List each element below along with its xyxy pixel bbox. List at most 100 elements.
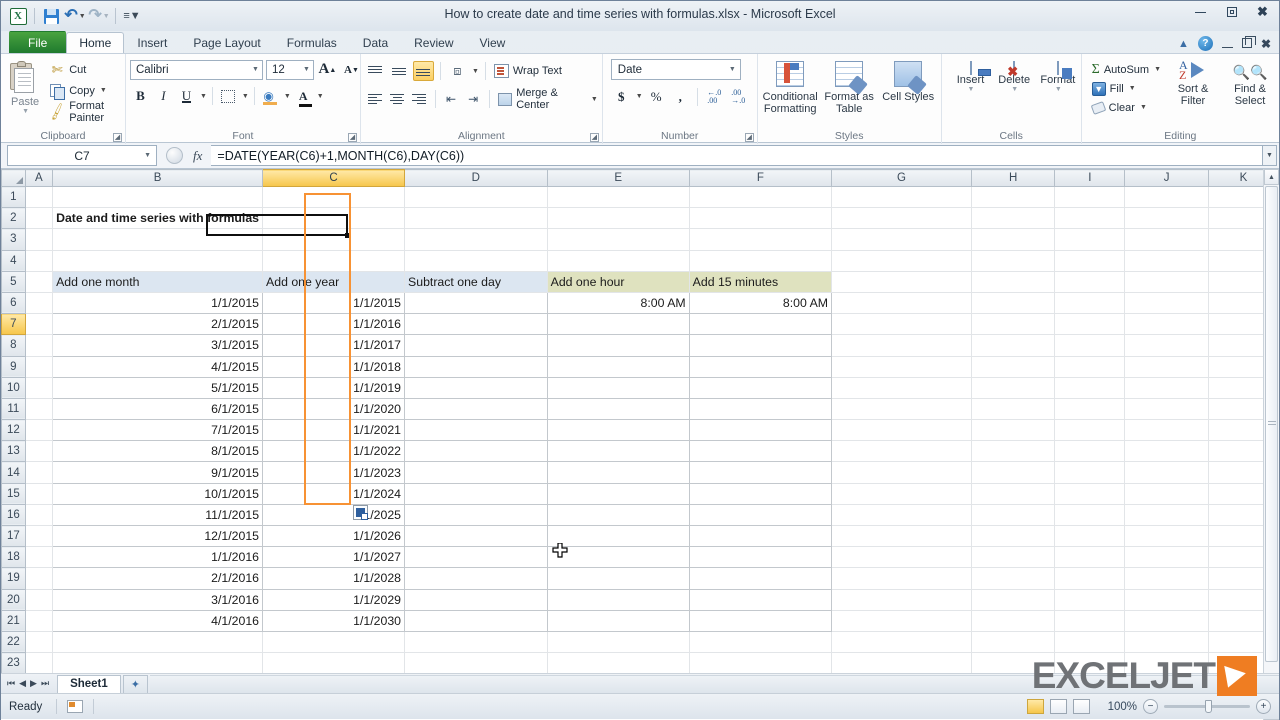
cell-D18[interactable] [405,547,548,568]
find-select-button[interactable]: 🔍🔍 Find & Select [1225,60,1275,107]
cell-C1[interactable] [263,187,405,208]
cell-D17[interactable] [405,526,548,547]
number-dialog-launcher[interactable]: ◢ [745,133,754,142]
cell-F9[interactable] [689,356,831,377]
cell-G5[interactable] [832,271,972,292]
cell-A9[interactable] [25,356,52,377]
cell-G17[interactable] [832,526,972,547]
cell-H22[interactable] [971,631,1055,652]
cell-I13[interactable] [1055,441,1125,462]
increase-indent-button[interactable]: ⇥ [464,89,483,109]
cell-G20[interactable] [832,589,972,610]
increase-decimal-button[interactable]: ←.0.00 [704,86,725,107]
cell-G10[interactable] [832,377,972,398]
cell-I12[interactable] [1055,420,1125,441]
row-header-3[interactable]: 3 [2,229,26,250]
cell-C4[interactable] [263,250,405,271]
column-header-c[interactable]: C [263,170,405,187]
cell-A22[interactable] [25,631,52,652]
clear-button[interactable]: Clear▼ [1092,98,1161,117]
worksheet-grid[interactable]: ABCDEFGHIJK12Date and time series with f… [1,169,1279,674]
row-header-11[interactable]: 11 [2,398,26,419]
cell-F4[interactable] [689,250,831,271]
cell-B23[interactable] [53,653,263,674]
cell-A21[interactable] [25,610,52,631]
table-row[interactable]: 149/1/20151/1/2023 [2,462,1279,483]
cell-C17[interactable]: 1/1/2026 [263,526,405,547]
table-row[interactable]: 4 [2,250,1279,271]
cell-I10[interactable] [1055,377,1125,398]
row-header-14[interactable]: 14 [2,462,26,483]
cell-A10[interactable] [25,377,52,398]
cell-E13[interactable] [547,441,689,462]
cell-D13[interactable] [405,441,548,462]
cell-J10[interactable] [1125,377,1209,398]
cell-G11[interactable] [832,398,972,419]
cell-I23[interactable] [1055,653,1125,674]
cell-F2[interactable] [689,208,831,229]
paste-button[interactable]: Paste ▼ [5,59,45,115]
cell-I4[interactable] [1055,250,1125,271]
cell-I17[interactable] [1055,526,1125,547]
cell-C14[interactable]: 1/1/2023 [263,462,405,483]
auto-fill-options-button[interactable] [353,505,368,520]
row-header-15[interactable]: 15 [2,483,26,504]
fill-color-button[interactable]: ◉ [260,86,281,107]
cell-I14[interactable] [1055,462,1125,483]
cell-J19[interactable] [1125,568,1209,589]
cell-F8[interactable] [689,335,831,356]
cell-D22[interactable] [405,631,548,652]
tab-file[interactable]: File [9,31,66,53]
cell-G7[interactable] [832,314,972,335]
cell-B12[interactable]: 7/1/2015 [53,420,263,441]
cell-J5[interactable] [1125,271,1209,292]
page-layout-view-button[interactable] [1050,699,1067,714]
alignment-dialog-launcher[interactable]: ◢ [590,133,599,142]
cell-H2[interactable] [971,208,1055,229]
cell-D19[interactable] [405,568,548,589]
cell-E17[interactable] [547,526,689,547]
cell-H11[interactable] [971,398,1055,419]
cell-J11[interactable] [1125,398,1209,419]
table-row[interactable]: 94/1/20151/1/2018 [2,356,1279,377]
cell-D4[interactable] [405,250,548,271]
cell-F6[interactable]: 8:00 AM [689,292,831,313]
cell-C23[interactable] [263,653,405,674]
cell-E12[interactable] [547,420,689,441]
cell-G16[interactable] [832,504,972,525]
row-header-2[interactable]: 2 [2,208,26,229]
percent-button[interactable]: % [646,86,667,107]
cell-G19[interactable] [832,568,972,589]
cell-E23[interactable] [547,653,689,674]
cell-D3[interactable] [405,229,548,250]
help-icon[interactable]: ? [1198,36,1213,51]
copy-button[interactable]: Copy▼ [49,80,121,101]
cell-F16[interactable] [689,504,831,525]
table-row[interactable]: 72/1/20151/1/2016 [2,314,1279,335]
table-row[interactable]: 61/1/20151/1/20158:00 AM8:00 AM [2,292,1279,313]
table-row[interactable]: 1510/1/20151/1/2024 [2,483,1279,504]
name-box[interactable]: C7▼ [7,145,157,166]
cell-D15[interactable] [405,483,548,504]
cell-C2[interactable] [263,208,405,229]
merge-center-button[interactable]: Merge & Center▼ [498,87,598,111]
orientation-button[interactable]: ⧈ [447,61,468,81]
cell-B8[interactable]: 3/1/2015 [53,335,263,356]
cell-H1[interactable] [971,187,1055,208]
cell-C8[interactable]: 1/1/2017 [263,335,405,356]
cell-J13[interactable] [1125,441,1209,462]
underline-button[interactable]: U [176,86,197,107]
cell-G23[interactable] [832,653,972,674]
decrease-decimal-button[interactable]: .00→.0 [728,86,749,107]
zoom-slider-thumb[interactable] [1205,700,1212,713]
row-header-19[interactable]: 19 [2,568,26,589]
normal-view-button[interactable] [1027,699,1044,714]
cell-C3[interactable] [263,229,405,250]
cell-F3[interactable] [689,229,831,250]
cell-A15[interactable] [25,483,52,504]
cell-G1[interactable] [832,187,972,208]
cell-I19[interactable] [1055,568,1125,589]
cell-E8[interactable] [547,335,689,356]
cell-A11[interactable] [25,398,52,419]
cell-D7[interactable] [405,314,548,335]
